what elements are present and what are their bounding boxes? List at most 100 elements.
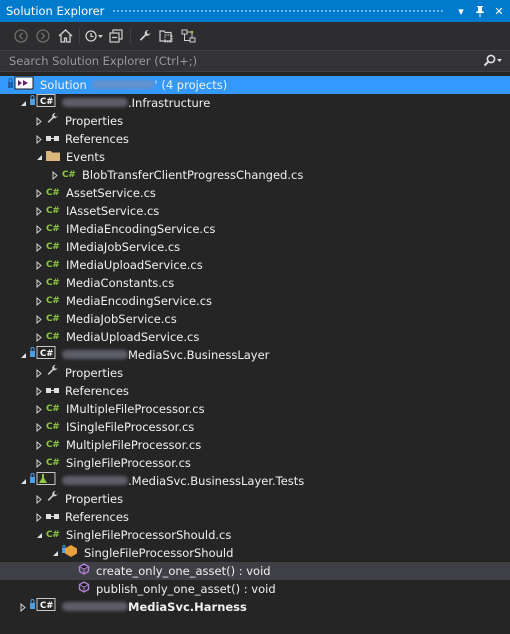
node-label: Properties — [65, 366, 124, 380]
properties-button[interactable] — [134, 25, 156, 47]
solution-tree: Solution ' (4 projects) C# .Infrastructure… — [0, 76, 510, 616]
file-node[interactable]: C# IMediaJobService.cs — [0, 238, 510, 256]
collapsed-arrow-icon[interactable] — [34, 184, 44, 202]
collapsed-arrow-icon[interactable] — [34, 418, 44, 436]
solution-node[interactable]: Solution ' (4 projects) — [0, 76, 510, 94]
collapsed-arrow-icon[interactable] — [34, 130, 44, 148]
collapse-all-icon — [109, 29, 123, 43]
pending-changes-filter-button[interactable] — [83, 25, 105, 47]
drag-grip[interactable] — [112, 8, 445, 14]
project-name: MediaSvc.BusinessLayer — [128, 348, 270, 362]
file-node[interactable]: C# ISingleFileProcessor.cs — [0, 418, 510, 436]
autohide-pin-button[interactable] — [472, 3, 488, 19]
window-position-dropdown[interactable]: ▾ — [453, 3, 469, 19]
collapsed-arrow-icon[interactable] — [34, 256, 44, 274]
csharp-file-icon: C# — [46, 224, 60, 234]
file-node[interactable]: C# AssetService.cs — [0, 184, 510, 202]
references-node[interactable]: References — [0, 382, 510, 400]
file-node[interactable]: C# MediaConstants.cs — [0, 274, 510, 292]
properties-node[interactable]: Properties — [0, 490, 510, 508]
file-node[interactable]: C# BlobTransferClientProgressChanged.cs — [0, 166, 510, 184]
collapsed-arrow-icon[interactable] — [34, 490, 44, 508]
collapsed-arrow-icon[interactable] — [18, 598, 28, 616]
home-icon — [58, 29, 72, 43]
references-node[interactable]: References — [0, 508, 510, 526]
node-label: SingleFileProcessor.cs — [66, 456, 191, 470]
collapsed-arrow-icon[interactable] — [50, 166, 60, 184]
project-node-tests[interactable]: .MediaSvc.BusinessLayer.Tests — [0, 472, 510, 490]
file-node[interactable]: C# IMultipleFileProcessor.cs — [0, 400, 510, 418]
svg-text:C#: C# — [40, 601, 53, 611]
collapse-all-button[interactable] — [105, 25, 127, 47]
collapsed-arrow-icon[interactable] — [34, 328, 44, 346]
view-class-diagram-button[interactable] — [178, 25, 200, 47]
back-button[interactable] — [10, 25, 32, 47]
search-options-button[interactable] — [476, 51, 510, 71]
node-label: References — [65, 510, 129, 524]
collapsed-arrow-icon[interactable] — [34, 310, 44, 328]
close-button[interactable]: ✕ — [491, 3, 507, 19]
node-label: MediaUploadService.cs — [66, 330, 200, 344]
redacted-name — [62, 602, 128, 611]
collapsed-arrow-icon[interactable] — [34, 112, 44, 130]
home-button[interactable] — [54, 25, 76, 47]
icon-wrapper — [78, 581, 90, 597]
file-node[interactable]: C# MultipleFileProcessor.cs — [0, 436, 510, 454]
collapsed-arrow-icon[interactable] — [34, 220, 44, 238]
collapsed-arrow-icon[interactable] — [34, 436, 44, 454]
csharp-file-icon: C# — [46, 242, 60, 252]
project-label: MediaSvc.Harness — [62, 598, 247, 616]
file-node[interactable]: C# MediaUploadService.cs — [0, 328, 510, 346]
project-node-harness[interactable]: C# MediaSvc.Harness — [0, 598, 510, 616]
csharp-project-icon: C# — [30, 94, 56, 112]
collapsed-arrow-icon[interactable] — [34, 202, 44, 220]
csharp-file-icon: C# — [46, 332, 60, 342]
csharp-file-icon: C# — [46, 530, 60, 540]
properties-icon — [46, 364, 59, 382]
project-node-businesslayer[interactable]: C# MediaSvc.BusinessLayer — [0, 346, 510, 364]
collapsed-arrow-icon[interactable] — [34, 292, 44, 310]
properties-node[interactable]: Properties — [0, 112, 510, 130]
references-node[interactable]: References — [0, 130, 510, 148]
toolbar-separator — [130, 28, 131, 44]
file-node[interactable]: C# MediaEncodingService.cs — [0, 292, 510, 310]
test-project-icon — [30, 472, 56, 490]
forward-button[interactable] — [32, 25, 54, 47]
title-bar: Solution Explorer ▾ ✕ — [0, 0, 510, 22]
show-all-files-button[interactable] — [156, 25, 178, 47]
csharp-file-icon: C# — [46, 440, 60, 450]
collapsed-arrow-icon[interactable] — [34, 238, 44, 256]
expanded-arrow-icon[interactable] — [34, 148, 44, 166]
file-node[interactable]: C# IAssetService.cs — [0, 202, 510, 220]
file-node[interactable]: C# SingleFileProcessor.cs — [0, 454, 510, 472]
properties-node[interactable]: Properties — [0, 364, 510, 382]
events-folder-node[interactable]: Events — [0, 148, 510, 166]
expanded-arrow-icon[interactable] — [18, 346, 28, 364]
collapsed-arrow-icon[interactable] — [34, 508, 44, 526]
csharp-project-icon: C# — [30, 346, 56, 364]
class-node[interactable]: SingleFileProcessorShould — [0, 544, 510, 562]
node-label: MediaJobService.cs — [66, 312, 177, 326]
file-node[interactable]: C# IMediaUploadService.cs — [0, 256, 510, 274]
csharp-file-icon: C# — [46, 296, 60, 306]
file-node[interactable]: C# IMediaEncodingService.cs — [0, 220, 510, 238]
expanded-arrow-icon[interactable] — [34, 526, 44, 544]
file-node[interactable]: C# MediaJobService.cs — [0, 310, 510, 328]
file-node[interactable]: C# SingleFileProcessorShould.cs — [0, 526, 510, 544]
collapsed-arrow-icon[interactable] — [34, 454, 44, 472]
collapsed-arrow-icon[interactable] — [34, 382, 44, 400]
method-node[interactable]: create_only_one_asset() : void — [0, 562, 510, 580]
method-node[interactable]: publish_only_one_asset() : void — [0, 580, 510, 598]
expanded-arrow-icon[interactable] — [18, 472, 28, 490]
collapsed-arrow-icon[interactable] — [34, 274, 44, 292]
collapsed-arrow-icon[interactable] — [34, 364, 44, 382]
project-label: .Infrastructure — [62, 94, 210, 112]
expanded-arrow-icon[interactable] — [18, 94, 28, 112]
icon-wrapper: C# — [46, 455, 60, 471]
expanded-arrow-icon[interactable] — [50, 544, 60, 562]
project-node-infrastructure[interactable]: C# .Infrastructure — [0, 94, 510, 112]
solution-label: Solution ' (4 projects) — [40, 76, 227, 94]
collapsed-arrow-icon[interactable] — [34, 400, 44, 418]
search-input[interactable] — [0, 53, 476, 69]
icon-wrapper: C# — [30, 346, 56, 364]
